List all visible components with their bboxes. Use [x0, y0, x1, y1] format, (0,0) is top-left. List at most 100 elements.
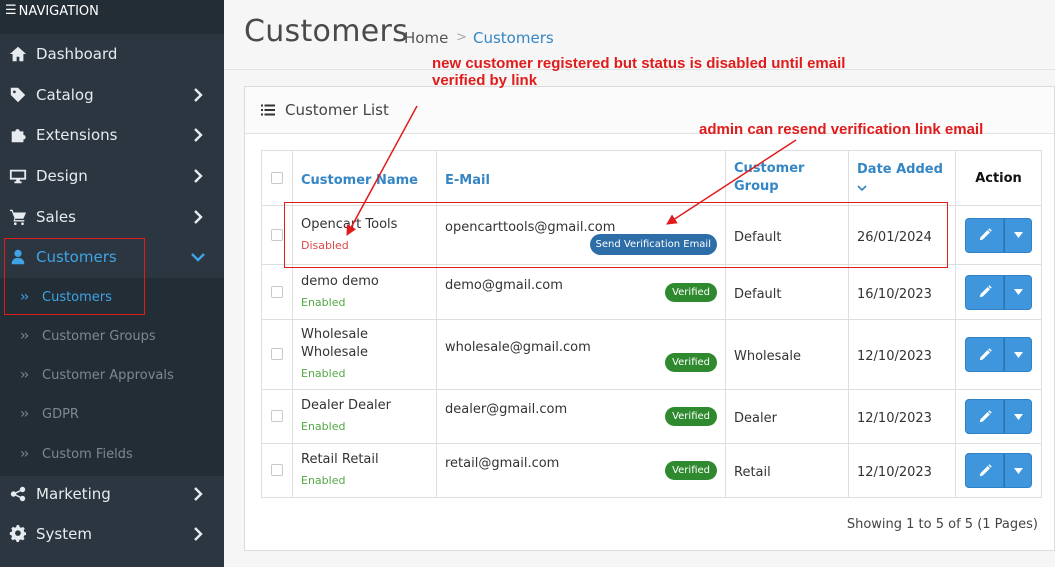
sidebar-item-system[interactable]: System — [0, 514, 224, 554]
column-header-label: Customer Group — [734, 161, 805, 194]
submenu-item-customer-approvals[interactable]: ›› Customer Approvals — [0, 356, 224, 394]
row-checkbox[interactable] — [271, 285, 283, 298]
edit-button[interactable] — [965, 217, 1004, 253]
action-dropdown-button[interactable] — [1004, 274, 1032, 310]
sidebar-item-dashboard[interactable]: Dashboard — [0, 34, 224, 74]
row-checkbox[interactable] — [271, 348, 283, 360]
action-dropdown-button[interactable] — [1004, 399, 1032, 434]
row-select-cell — [261, 264, 293, 320]
table-row: Wholesale Wholesale Enabled wholesale@gmai… — [261, 319, 1042, 390]
customer-status: Enabled — [301, 295, 346, 309]
sidebar-item-label: Marketing — [36, 485, 111, 503]
action-dropdown-button[interactable] — [1004, 337, 1032, 372]
column-header-label: Customer Name — [301, 172, 418, 188]
sidebar-item-label: Dashboard — [36, 45, 118, 63]
column-header-email[interactable]: E-Mail — [436, 150, 726, 206]
sidebar-item-sales[interactable]: Sales — [0, 197, 224, 237]
submenu-item-label: Customer Approvals — [42, 367, 174, 383]
row-select-cell — [261, 443, 293, 498]
action-button-group — [965, 217, 1032, 253]
pencil-icon — [978, 285, 992, 299]
action-dropdown-button[interactable] — [1004, 217, 1032, 253]
column-header-action: Action — [955, 150, 1042, 206]
customer-group: Default — [734, 286, 782, 302]
sort-down-icon — [857, 185, 867, 192]
submenu-item-gdpr[interactable]: ›› GDPR — [0, 395, 224, 433]
customer-status: Enabled — [301, 367, 346, 380]
action-cell — [955, 443, 1042, 498]
double-chevron-icon: ›› — [20, 328, 29, 344]
annotation-note-disabled: new customer registered but status is di… — [432, 55, 846, 89]
customer-group-cell: Retail — [725, 443, 849, 498]
customer-name: Retail Retail — [301, 452, 379, 467]
table-header-row: Customer Name E-Mail Customer Group Date… — [261, 150, 1042, 206]
verified-badge: Verified — [665, 461, 717, 480]
home-icon — [0, 45, 36, 63]
column-header-group[interactable]: Customer Group — [725, 150, 849, 206]
table-row: Retail Retail Enabled retail@gmail.com Veri… — [261, 443, 1042, 498]
annotation-note-resend: admin can resend verification link email — [699, 121, 984, 138]
verified-badge: Verified — [665, 283, 717, 302]
sidebar-item-marketing[interactable]: Marketing — [0, 474, 224, 514]
table-row: Dealer Dealer Enabled dealer@gmail.com Veri… — [261, 389, 1042, 444]
caret-down-icon — [1013, 467, 1023, 474]
menu-bars-icon: ☰ — [5, 3, 17, 18]
sidebar-item-label: Catalog — [36, 86, 94, 104]
submenu-item-customer-groups[interactable]: ›› Customer Groups — [0, 317, 224, 355]
cart-icon — [0, 208, 36, 226]
date-added: 12/10/2023 — [857, 411, 932, 426]
edit-button[interactable] — [965, 274, 1004, 310]
sidebar-item-catalog[interactable]: Catalog — [0, 75, 224, 115]
submenu-item-custom-fields[interactable]: ›› Custom Fields — [0, 435, 224, 473]
verified-badge: Verified — [665, 407, 717, 426]
breadcrumb-home[interactable]: Home — [404, 29, 448, 47]
select-all-checkbox[interactable] — [271, 171, 283, 184]
nav-header[interactable]: ☰ NAVIGATION — [0, 0, 224, 34]
pencil-icon — [978, 463, 992, 478]
email-cell: wholesale@gmail.com Verified — [436, 319, 726, 390]
action-dropdown-button[interactable] — [1004, 453, 1032, 488]
row-checkbox[interactable] — [271, 410, 283, 422]
customer-list-panel: Customer List Customer Name E-Mail Custo… — [244, 86, 1055, 551]
sidebar-item-extensions[interactable]: Extensions — [0, 115, 224, 155]
customer-group: Retail — [734, 465, 771, 480]
breadcrumb-current[interactable]: Customers — [473, 29, 554, 47]
submenu-item-label: Customer Groups — [42, 328, 156, 344]
action-cell — [955, 264, 1042, 320]
caret-down-icon — [1013, 351, 1023, 358]
customer-group: Dealer — [734, 411, 777, 426]
double-chevron-icon: ›› — [20, 446, 29, 462]
sidebar-item-label: Extensions — [36, 126, 118, 144]
breadcrumb-separator: > — [456, 30, 467, 45]
highlight-box-new-customer-row — [284, 202, 948, 268]
customer-group-cell: Dealer — [725, 389, 849, 444]
row-checkbox[interactable] — [271, 228, 283, 241]
double-chevron-icon: ›› — [20, 406, 29, 422]
edit-button[interactable] — [965, 399, 1004, 434]
row-checkbox[interactable] — [271, 464, 283, 476]
edit-button[interactable] — [965, 453, 1004, 488]
column-header-label: Date Added — [857, 162, 943, 177]
submenu-item-label: GDPR — [42, 406, 79, 422]
sidebar-item-label: Sales — [36, 208, 76, 226]
column-header-name[interactable]: Customer Name — [292, 150, 437, 206]
pencil-icon — [978, 409, 992, 424]
edit-button[interactable] — [965, 337, 1004, 372]
action-cell — [955, 319, 1042, 390]
column-header-date[interactable]: Date Added — [848, 150, 956, 206]
action-cell — [955, 389, 1042, 444]
date-added: 12/10/2023 — [857, 465, 932, 480]
list-icon — [261, 104, 275, 116]
share-icon — [0, 485, 36, 503]
sidebar-item-design[interactable]: Design — [0, 156, 224, 196]
page-title: Customers — [244, 14, 409, 49]
customer-status: Enabled — [301, 474, 346, 487]
customer-group-cell: Wholesale — [725, 319, 849, 390]
date-added-cell: 12/10/2023 — [848, 443, 956, 498]
submenu-item-label: Custom Fields — [42, 446, 133, 462]
action-button-group — [965, 337, 1032, 372]
caret-down-icon — [1013, 413, 1023, 420]
pencil-icon — [978, 347, 992, 362]
customer-name-cell: Retail Retail Enabled — [292, 443, 437, 498]
customer-group-cell: Default — [725, 264, 849, 320]
